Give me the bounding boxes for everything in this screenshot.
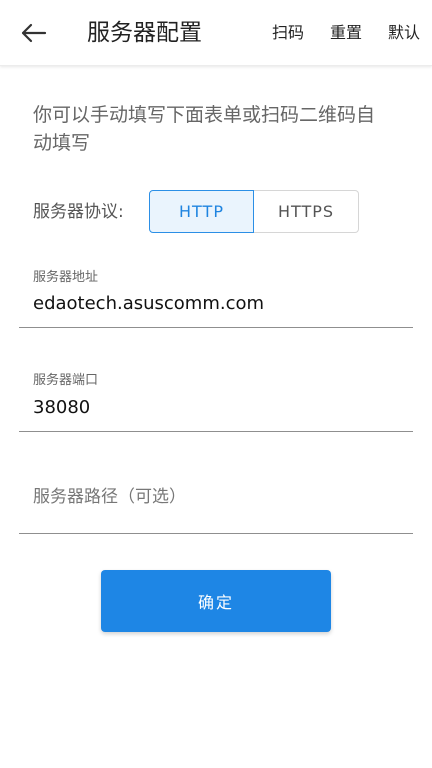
server-port-field: 服务器端口: [19, 364, 413, 432]
page-title: 服务器配置: [87, 20, 202, 46]
arrow-left-icon: [21, 23, 47, 43]
server-path-input[interactable]: [33, 483, 393, 511]
intro-text: 你可以手动填写下面表单或扫码二维码自动填写: [33, 104, 376, 154]
confirm-button[interactable]: 确定: [101, 570, 331, 632]
server-address-field: 服务器地址: [19, 260, 413, 328]
server-address-label: 服务器地址: [33, 270, 99, 285]
reset-button[interactable]: 重置: [330, 22, 362, 44]
protocol-option-http[interactable]: HTTP: [149, 190, 254, 233]
protocol-segmented-control: HTTP HTTPS: [149, 190, 359, 233]
scan-button[interactable]: 扫码: [272, 22, 304, 44]
default-button[interactable]: 默认: [388, 22, 420, 44]
server-port-label: 服务器端口: [33, 373, 99, 388]
protocol-option-https[interactable]: HTTPS: [254, 190, 359, 233]
protocol-label: 服务器协议:: [33, 202, 124, 222]
server-address-input[interactable]: [33, 290, 393, 316]
server-path-field: [19, 470, 413, 534]
server-port-input[interactable]: [33, 394, 393, 420]
back-button[interactable]: [20, 20, 48, 46]
app-header: 服务器配置 扫码 重置 默认: [0, 0, 432, 66]
